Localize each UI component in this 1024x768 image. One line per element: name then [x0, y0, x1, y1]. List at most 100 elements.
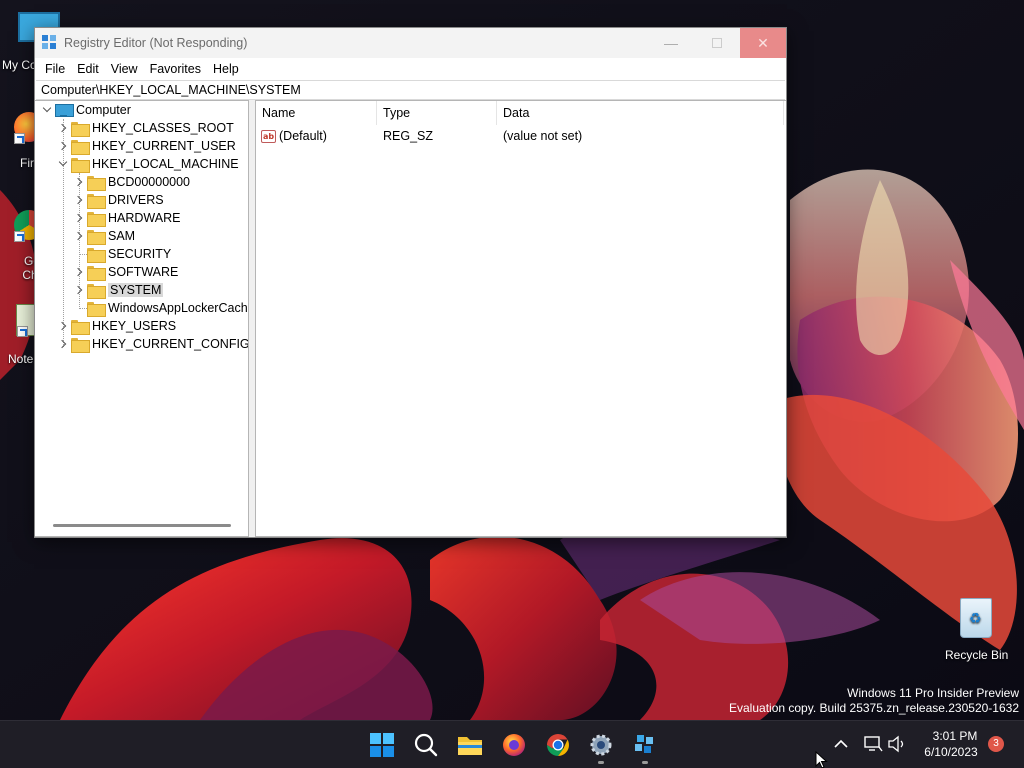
tree-item-label: BCD00000000	[108, 175, 191, 189]
menu-view[interactable]: View	[105, 62, 144, 76]
folder-icon	[87, 211, 106, 227]
tree-item-bcd00000000[interactable]: BCD00000000	[73, 173, 190, 191]
string-value-icon: ab	[261, 129, 276, 143]
tree-item-windowsapplockercache[interactable]: WindowsAppLockerCache	[73, 299, 249, 317]
tree-item-hkey-users[interactable]: HKEY_USERS	[57, 317, 176, 335]
tree-item-label: HKEY_CURRENT_USER	[92, 139, 236, 153]
chevron-right-icon[interactable]	[73, 176, 85, 188]
file-explorer-button[interactable]	[456, 731, 484, 759]
chevron-right-icon[interactable]	[73, 194, 85, 206]
tree-item-hkey-local-machine[interactable]: HKEY_LOCAL_MACHINE	[57, 155, 239, 173]
clock-date[interactable]: 6/10/2023	[918, 745, 984, 759]
close-button[interactable]: ✕	[740, 28, 786, 58]
address-bar[interactable]: Computer\HKEY_LOCAL_MACHINE\SYSTEM	[36, 80, 785, 100]
clock-time[interactable]: 3:01 PM	[926, 729, 984, 743]
column-separator[interactable]	[783, 101, 784, 125]
recycle-bin-icon: ♻	[960, 598, 992, 638]
file-explorer-icon	[458, 737, 482, 755]
menu-favorites[interactable]: Favorites	[144, 62, 207, 76]
tree-item-hardware[interactable]: HARDWARE	[73, 209, 180, 227]
tree-item-label: WindowsAppLockerCache	[108, 301, 249, 315]
tree-item-computer[interactable]: Computer	[41, 101, 131, 119]
registry-editor-window[interactable]: Registry Editor (Not Responding) — ✕ Fil…	[34, 27, 787, 538]
window-title: Registry Editor (Not Responding)	[64, 36, 248, 50]
chevron-down-icon[interactable]	[57, 158, 69, 170]
tree-item-system[interactable]: SYSTEM	[73, 281, 164, 299]
minimize-button[interactable]: —	[648, 28, 694, 58]
desktop-icon-label: Note	[8, 352, 34, 366]
column-header-data[interactable]: Data	[497, 101, 777, 125]
network-button[interactable]	[862, 733, 884, 755]
watermark-line-2: Evaluation copy. Build 25375.zn_release.…	[729, 701, 1019, 715]
column-header-type[interactable]: Type	[377, 101, 496, 125]
chrome-button[interactable]	[544, 731, 572, 759]
tree-item-label: HARDWARE	[108, 211, 181, 225]
start-button[interactable]	[368, 731, 396, 759]
tree-item-hkey-current-user[interactable]: HKEY_CURRENT_USER	[57, 137, 236, 155]
chrome-icon	[547, 734, 569, 756]
tree-item-hkey-classes-root[interactable]: HKEY_CLASSES_ROOT	[57, 119, 234, 137]
folder-icon	[87, 301, 106, 317]
search-button[interactable]	[412, 731, 440, 759]
tree-item-security[interactable]: SECURITY	[73, 245, 171, 263]
tree-item-label: SECURITY	[108, 247, 172, 261]
tree-pane[interactable]: Computer HKEY_CLASSES_ROOT HKEY_CURRENT_…	[35, 100, 249, 537]
folder-icon	[71, 337, 90, 353]
volume-button[interactable]	[886, 733, 908, 755]
registry-editor-taskbar-button[interactable]	[631, 731, 659, 759]
maximize-button[interactable]	[694, 28, 740, 58]
tree-item-label: SAM	[108, 229, 136, 243]
address-path: Computer\HKEY_LOCAL_MACHINE\SYSTEM	[41, 83, 301, 97]
firefox-icon	[503, 734, 525, 756]
menu-help[interactable]: Help	[207, 62, 245, 76]
close-icon: ✕	[757, 34, 769, 51]
tree-item-software[interactable]: SOFTWARE	[73, 263, 178, 281]
desktop-icon-label: Fir	[20, 156, 34, 170]
network-icon	[864, 736, 883, 752]
notification-badge[interactable]: 3	[988, 736, 1004, 752]
search-icon	[414, 733, 438, 757]
column-header-name[interactable]: Name	[256, 101, 376, 125]
chevron-right-icon[interactable]	[57, 338, 69, 350]
mouse-cursor-icon	[815, 751, 828, 768]
tree-item-sam[interactable]: SAM	[73, 227, 135, 245]
desktop-icon-recycle-bin[interactable]: ♻ Recycle Bin	[940, 598, 1012, 662]
chevron-right-icon[interactable]	[57, 122, 69, 134]
tree-item-label: HKEY_USERS	[92, 319, 177, 333]
value-row-name[interactable]: ab (Default)	[261, 126, 327, 146]
chevron-right-icon[interactable]	[73, 266, 85, 278]
chevron-down-icon[interactable]	[41, 104, 53, 116]
folder-icon	[87, 247, 106, 263]
chevron-up-icon	[834, 739, 848, 748]
value-name: (Default)	[279, 129, 327, 143]
tree-item-label: HKEY_CURRENT_CONFIG	[92, 337, 249, 351]
chevron-right-icon[interactable]	[73, 284, 85, 296]
speaker-icon	[888, 735, 904, 753]
menu-edit[interactable]: Edit	[71, 62, 105, 76]
firefox-button[interactable]	[500, 731, 528, 759]
menu-file[interactable]: File	[39, 62, 71, 76]
running-indicator	[598, 761, 604, 764]
chevron-right-icon[interactable]	[57, 320, 69, 332]
tree-item-drivers[interactable]: DRIVERS	[73, 191, 164, 209]
chevron-right-icon[interactable]	[73, 212, 85, 224]
tree-item-label: Computer	[76, 103, 131, 117]
taskbar	[0, 720, 1024, 768]
values-pane[interactable]: Name Type Data ab (Default) REG_SZ (valu…	[255, 100, 786, 537]
chevron-right-icon[interactable]	[73, 230, 85, 242]
desktop-icon-label: My Co	[2, 58, 37, 72]
title-bar[interactable]: Registry Editor (Not Responding) — ✕	[35, 28, 786, 58]
settings-button[interactable]	[587, 731, 615, 759]
running-indicator	[642, 761, 648, 764]
value-type: REG_SZ	[383, 129, 434, 143]
tree-item-hkey-current-config[interactable]: HKEY_CURRENT_CONFIG	[57, 335, 249, 353]
show-hidden-icons-button[interactable]	[830, 733, 852, 755]
value-data: (value not set)	[503, 129, 583, 143]
tree-item-label-selected: SYSTEM	[108, 283, 164, 297]
horizontal-scrollbar[interactable]	[53, 524, 231, 527]
folder-icon	[87, 265, 106, 281]
tree-item-label: SOFTWARE	[108, 265, 179, 279]
chevron-right-icon[interactable]	[57, 140, 69, 152]
watermark-line-1: Windows 11 Pro Insider Preview	[847, 686, 1019, 700]
tree-item-label: DRIVERS	[108, 193, 164, 207]
